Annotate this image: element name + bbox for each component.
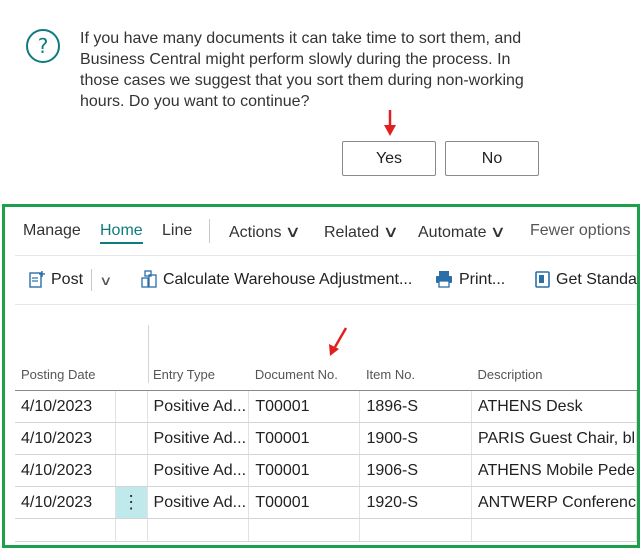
menu-related[interactable]: Related ∨: [324, 222, 400, 242]
print-icon: [436, 271, 452, 288]
dialog-message: If you have many documents it can take t…: [80, 30, 524, 110]
empty-cell[interactable]: [147, 518, 250, 542]
menu-line[interactable]: Line: [162, 222, 192, 240]
menu-fewer-options[interactable]: Fewer options: [530, 222, 631, 240]
toolbar-divider: [91, 269, 92, 291]
table-row-empty[interactable]: [15, 518, 637, 542]
yes-button[interactable]: Yes: [342, 141, 436, 176]
column-header-posting-date[interactable]: Posting Date: [15, 325, 116, 391]
row-actions-menu-icon[interactable]: ⋮: [115, 486, 148, 519]
table-row[interactable]: 4/10/2023 ⋮ Positive Ad... T00001 1920-S…: [15, 486, 637, 519]
menu-home[interactable]: Home: [100, 222, 143, 244]
table-row[interactable]: 4/10/2023 Positive Ad... T00001 1906-S A…: [15, 454, 637, 487]
posting-date-cell[interactable]: 4/10/2023: [15, 390, 116, 423]
annotation-arrow-icon: [328, 327, 347, 356]
posting-date-cell[interactable]: 4/10/2023: [15, 454, 116, 487]
column-header-item-no[interactable]: Item No.: [359, 325, 472, 391]
document-no-cell[interactable]: T00001: [248, 454, 361, 487]
action-menu-bar: Manage Home Line Actions ∨ Related ∨ Autom…: [5, 207, 637, 255]
question-icon: ?: [26, 29, 60, 63]
column-header-document-no[interactable]: Document No.: [248, 325, 360, 391]
document-no-cell[interactable]: T00001: [248, 486, 361, 519]
menu-actions[interactable]: Actions ∨: [229, 222, 302, 242]
item-no-cell[interactable]: 1896-S: [359, 390, 472, 423]
empty-cell[interactable]: [471, 518, 637, 542]
item-no-cell[interactable]: 1900-S: [359, 422, 472, 455]
empty-cell[interactable]: [359, 518, 472, 542]
column-header-entry-type[interactable]: Entry Type: [147, 325, 249, 391]
item-no-cell[interactable]: 1906-S: [359, 454, 472, 487]
document-no-cell[interactable]: T00001: [248, 390, 361, 423]
empty-cell[interactable]: [15, 518, 116, 542]
description-cell[interactable]: ATHENS Desk: [471, 390, 637, 423]
post-button[interactable]: Post: [51, 271, 83, 289]
posting-date-cell[interactable]: 4/10/2023: [15, 422, 116, 455]
menu-automate-label: Automate: [418, 224, 487, 241]
table-header-row: Posting Date Entry Type Document No. Ite…: [15, 325, 637, 391]
menu-related-label: Related: [324, 224, 380, 241]
description-cell[interactable]: ANTWERP Conferenc: [471, 486, 637, 519]
menu-divider: [209, 219, 210, 243]
posting-date-cell[interactable]: 4/10/2023: [15, 486, 116, 519]
item-no-cell[interactable]: 1920-S: [359, 486, 472, 519]
row-menu-cell[interactable]: [115, 390, 148, 423]
table-row[interactable]: 4/10/2023 Positive Ad... T00001 1896-S A…: [15, 390, 637, 423]
chevron-down-icon: ∨: [382, 224, 400, 241]
entry-type-cell[interactable]: Positive Ad...: [147, 422, 250, 455]
annotation-arrow-icon: [384, 110, 396, 136]
empty-cell[interactable]: [248, 518, 361, 542]
get-standard-button[interactable]: Get Standar: [556, 271, 637, 289]
toolbar: Post ∨ Calculate Warehouse Adjustment...…: [5, 256, 637, 304]
document-no-cell[interactable]: T00001: [248, 422, 361, 455]
chevron-down-icon[interactable]: ∨: [99, 273, 112, 289]
row-menu-cell[interactable]: [115, 422, 148, 455]
column-header-document-no-label: Document No.: [254, 367, 338, 382]
no-button[interactable]: No: [445, 141, 539, 176]
calculate-warehouse-adjustment-button[interactable]: Calculate Warehouse Adjustment...: [163, 271, 412, 289]
empty-cell[interactable]: [115, 518, 148, 542]
menu-actions-label: Actions: [229, 224, 282, 241]
table-row[interactable]: 4/10/2023 Positive Ad... T00001 1900-S P…: [15, 422, 637, 455]
divider: [15, 304, 637, 305]
chevron-down-icon: ∨: [490, 224, 507, 241]
description-cell[interactable]: PARIS Guest Chair, bl: [471, 422, 637, 455]
calculate-icon: [141, 270, 157, 288]
journal-lines-table: Posting Date Entry Type Document No. Ite…: [15, 325, 637, 542]
entry-type-cell[interactable]: Positive Ad...: [147, 486, 250, 519]
chevron-down-icon: ∨: [285, 224, 302, 241]
get-standard-icon: [535, 271, 550, 288]
column-header-description[interactable]: Description: [471, 325, 637, 391]
entry-type-cell[interactable]: Positive Ad...: [147, 390, 250, 423]
post-icon: [29, 271, 45, 288]
menu-automate[interactable]: Automate ∨: [418, 222, 507, 242]
menu-manage[interactable]: Manage: [23, 222, 81, 240]
print-button[interactable]: Print...: [459, 271, 505, 289]
column-header-row-actions: [115, 325, 148, 391]
description-cell[interactable]: ATHENS Mobile Pede: [471, 454, 637, 487]
confirmation-dialog: ? If you have many documents it can take…: [0, 0, 640, 193]
highlight-frame: Manage Home Line Actions ∨ Related ∨ Autom…: [2, 204, 640, 548]
row-menu-cell[interactable]: [115, 454, 148, 487]
entry-type-cell[interactable]: Positive Ad...: [147, 454, 250, 487]
